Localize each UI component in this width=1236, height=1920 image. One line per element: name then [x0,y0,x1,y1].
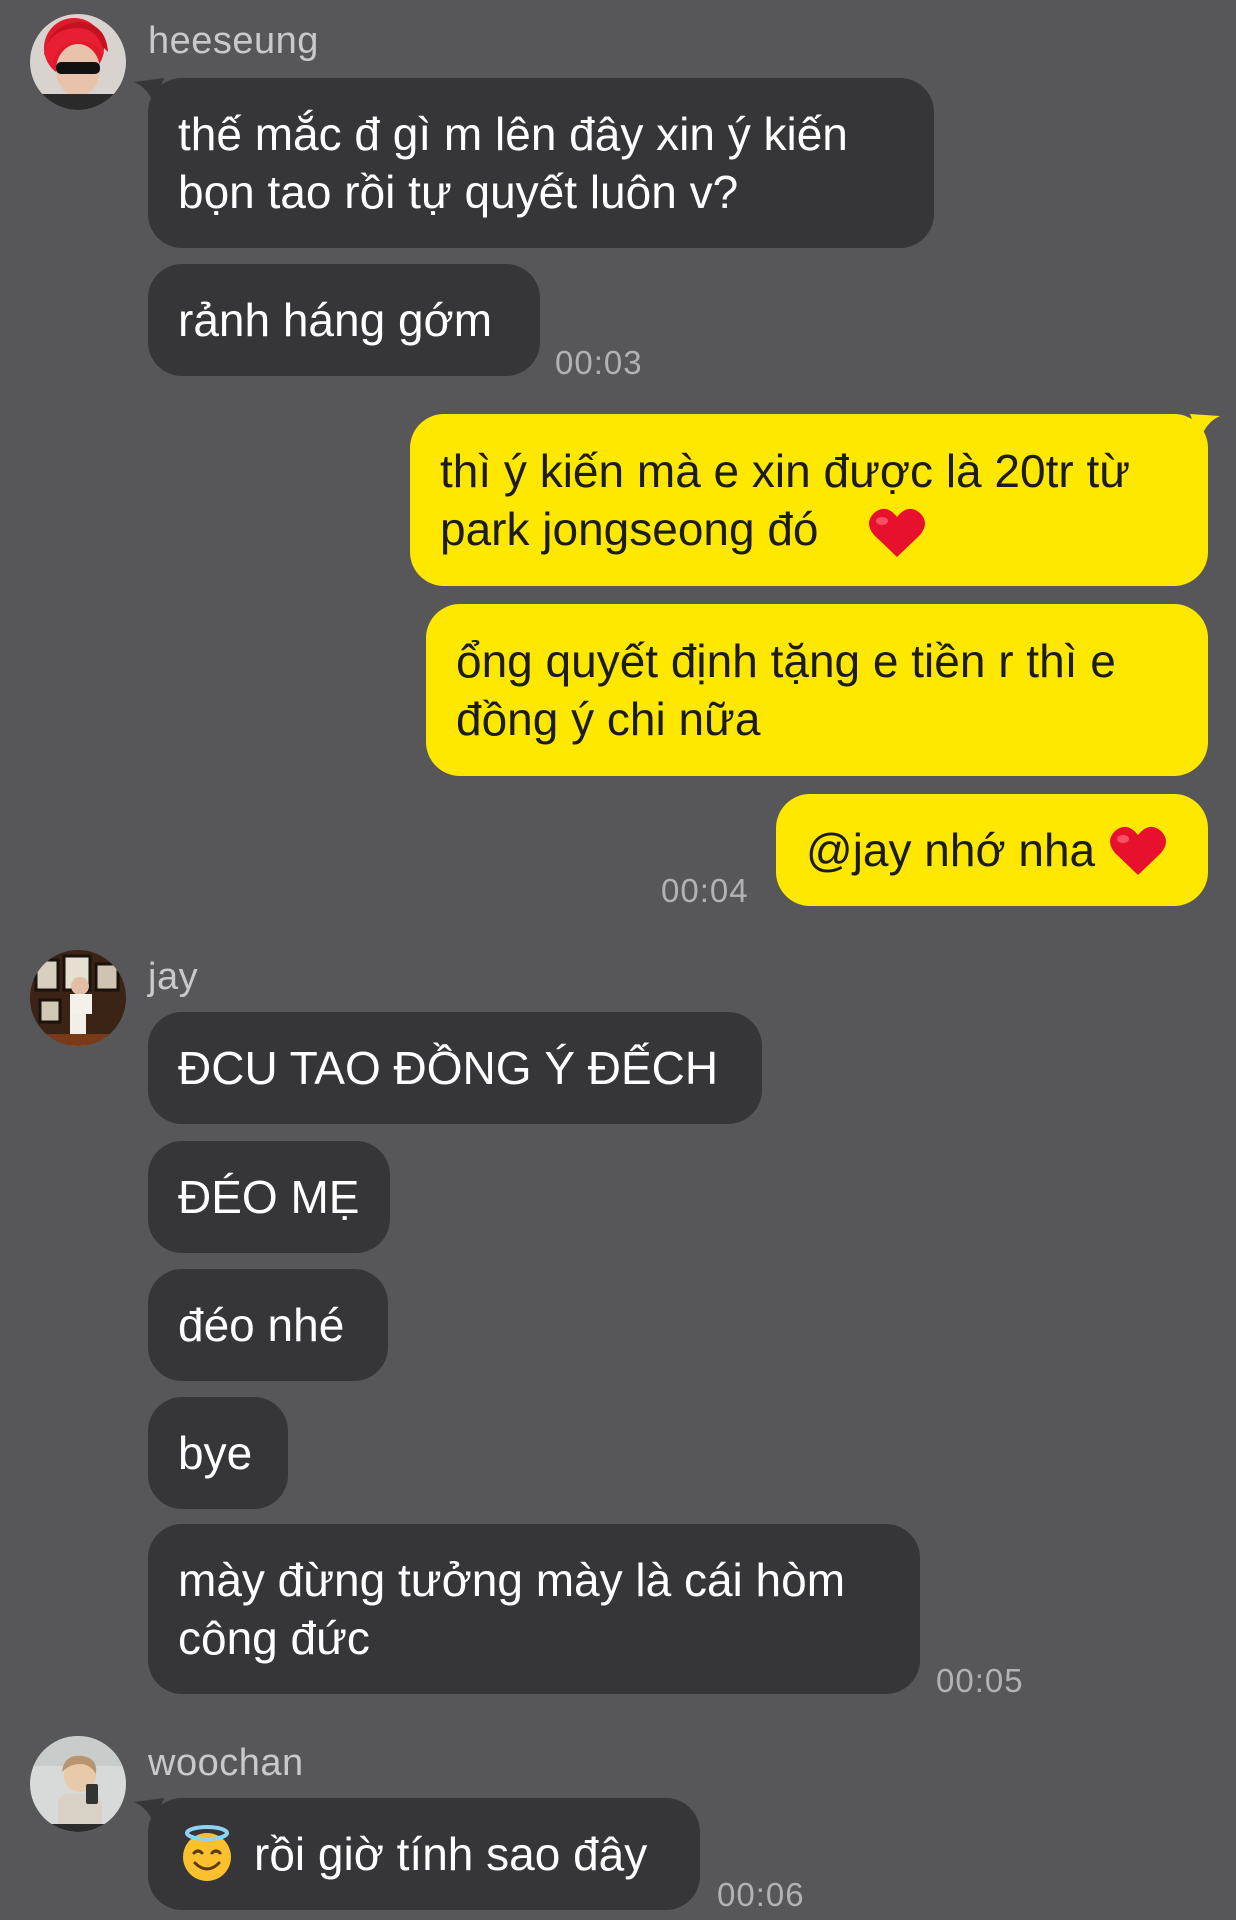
message-bubble[interactable]: thế mắc đ gì m lên đây xin ý kiến bọn ta… [148,78,934,248]
message-text: @jay nhớ nha [806,824,1096,876]
message-text: thì ý kiến mà e xin được là 20tr từ park… [440,445,1131,555]
message-bubble[interactable]: ĐCU TAO ĐỒNG Ý ĐẾCH [148,1012,762,1124]
message-bubble[interactable]: đéo nhé [148,1269,388,1381]
message-bubble[interactable]: rảnh háng gớm [148,264,540,376]
sender-name-heeseung: heeseung [148,20,319,62]
smiling-face-with-halo-icon [183,1825,231,1881]
timestamp: 00:05 [936,1662,1024,1699]
timestamp: 00:03 [555,344,643,381]
sender-name-woochan: woochan [148,1742,304,1784]
message-bubble[interactable]: mày đừng tưởng mày là cái hòm công đức [148,1524,920,1694]
message-text: rồi giờ tính sao đây [254,1828,648,1880]
sender-name-jay: jay [148,956,199,998]
timestamp: 00:04 [661,872,749,909]
avatar-woochan[interactable] [30,1736,126,1832]
red-heart-icon [869,508,925,557]
message-bubble[interactable]: thì ý kiến mà e xin được là 20tr từ park… [410,414,1208,586]
message-bubble[interactable]: @jay nhớ nha [776,794,1208,906]
message-bubble[interactable]: bye [148,1397,288,1509]
message-bubble[interactable]: rồi giờ tính sao đây [148,1798,700,1910]
avatar-jay[interactable] [30,950,126,1046]
red-heart-icon [1110,826,1167,875]
message-bubble[interactable]: ổng quyết định tặng e tiền r thì e đồng … [426,604,1208,776]
avatar-heeseung[interactable] [30,14,126,110]
timestamp: 00:06 [717,1876,805,1913]
message-bubble[interactable]: ĐÉO MẸ [148,1141,390,1253]
